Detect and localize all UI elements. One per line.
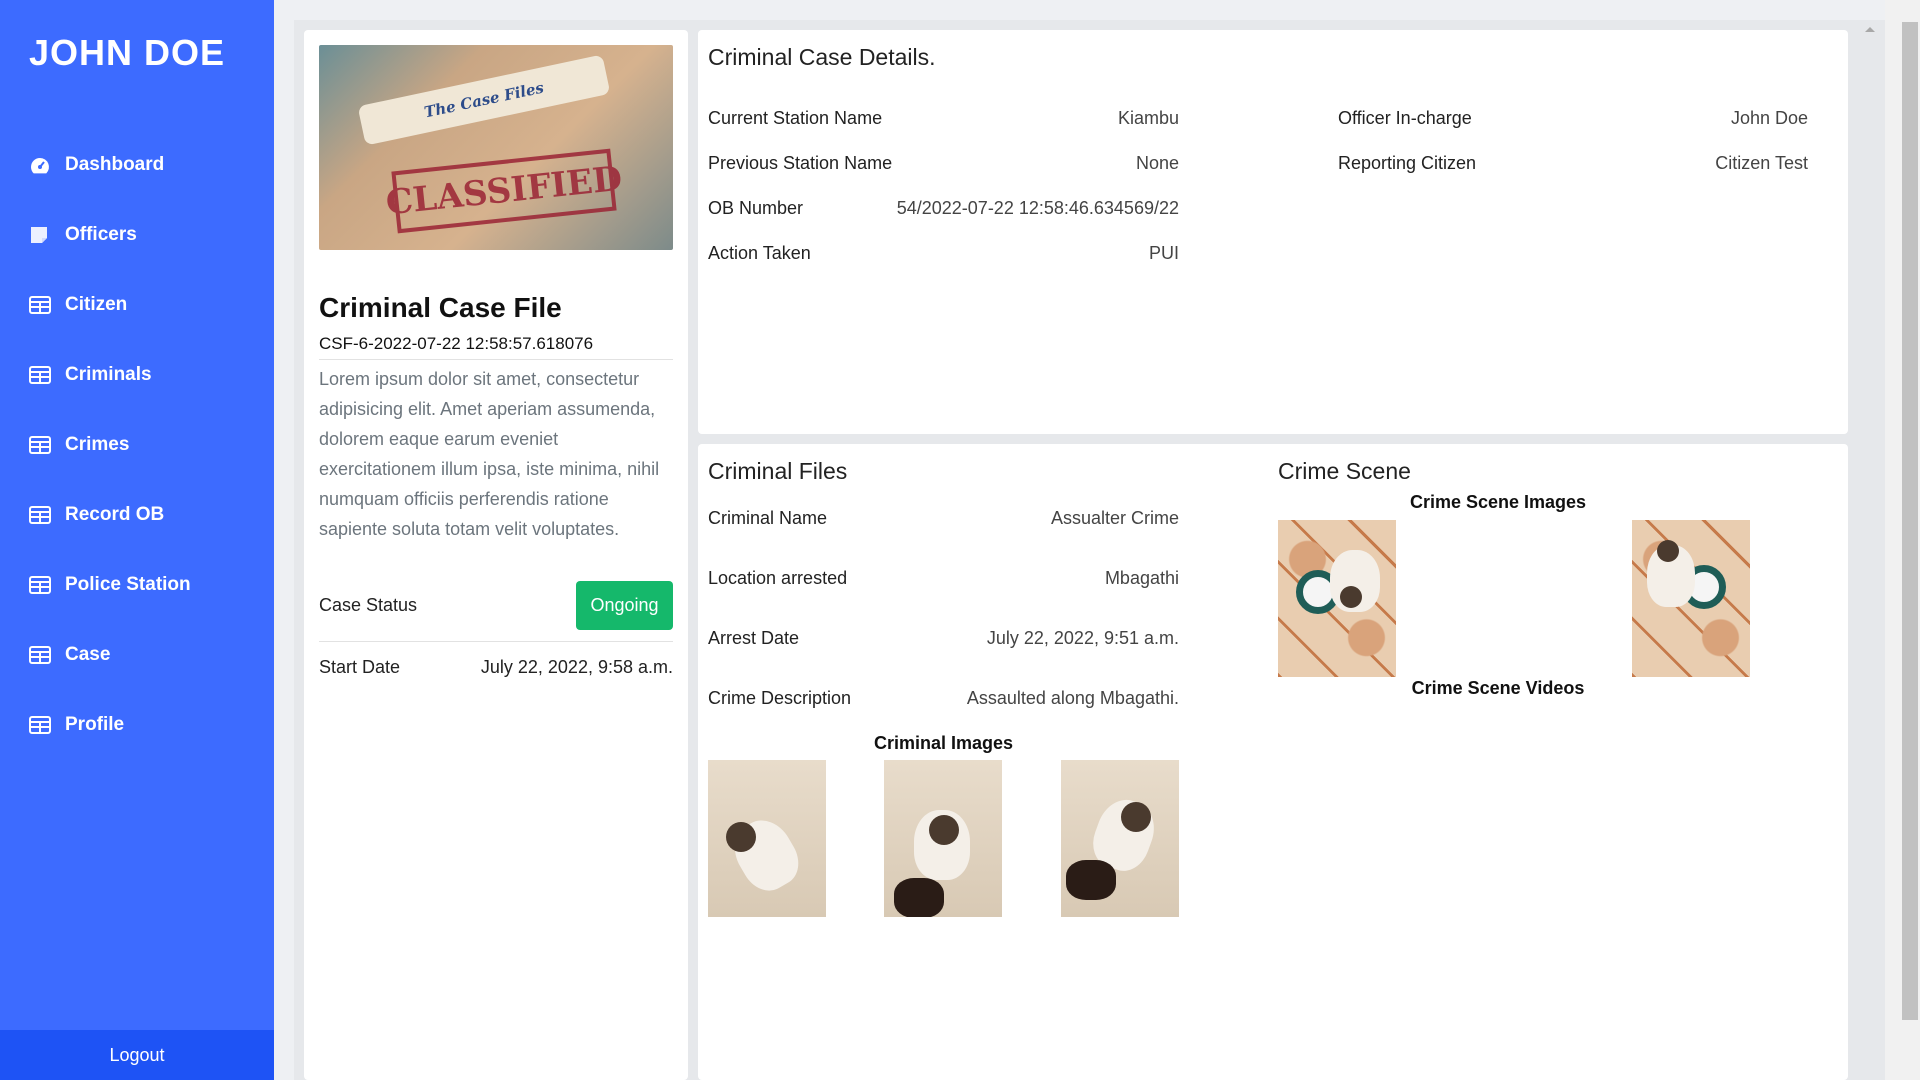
start-date-label: Start Date <box>319 657 401 677</box>
criminal-label: Location arrested <box>708 568 848 588</box>
sidebar-item-label: Case <box>65 644 111 665</box>
sidebar-item-officers[interactable]: Officers <box>0 200 274 270</box>
table-icon <box>29 646 51 664</box>
sidebar-item-label: Citizen <box>65 294 128 315</box>
table-icon <box>29 716 51 734</box>
criminal-image-3[interactable] <box>1061 760 1179 917</box>
logout-button[interactable]: Logout <box>0 1030 274 1080</box>
criminal-value: July 22, 2022, 9:51 a.m. <box>986 628 1179 648</box>
criminal-value: Assualter Crime <box>1050 508 1179 528</box>
divider <box>319 641 673 642</box>
sidebar-item-label: Officers <box>65 224 137 245</box>
detail-label: Previous Station Name <box>708 153 893 173</box>
detail-row: Officer In-charge John Doe <box>1338 108 1808 129</box>
criminal-row: Crime Description Assaulted along Mbagat… <box>708 688 1179 709</box>
detail-row: OB Number 54/2022-07-22 12:58:46.634569/… <box>708 198 1179 219</box>
sidebar-item-profile[interactable]: Profile <box>0 690 274 760</box>
detail-value: 54/2022-07-22 12:58:46.634569/22 <box>896 198 1179 218</box>
criminal-files-card: Criminal Files Criminal Name Assualter C… <box>698 444 1848 1080</box>
hand-shape <box>1066 860 1116 900</box>
crime-scene-image-1[interactable] <box>1278 520 1396 677</box>
sidebar-item-case[interactable]: Case <box>0 620 274 690</box>
criminal-value: Mbagathi <box>1104 568 1179 588</box>
case-details-card: Criminal Case Details. Current Station N… <box>698 30 1848 434</box>
criminal-image-1[interactable] <box>708 760 826 917</box>
case-file-image: The Case Files CLASSIFIED <box>319 45 673 250</box>
case-file-title: Criminal Case File <box>319 292 562 323</box>
detail-value: Kiambu <box>1117 108 1179 128</box>
sidebar-item-label: Criminals <box>65 364 152 385</box>
criminal-image-2[interactable] <box>884 760 1002 917</box>
criminal-files-title: Criminal Files <box>708 458 848 484</box>
cat-patch <box>1657 540 1679 562</box>
sidebar-item-crimes[interactable]: Crimes <box>0 410 274 480</box>
criminal-row: Criminal Name Assualter Crime <box>708 508 1179 529</box>
table-icon <box>29 366 51 384</box>
detail-value: None <box>1135 153 1179 173</box>
criminal-label: Criminal Name <box>708 508 828 528</box>
detail-label: OB Number <box>708 198 804 218</box>
case-file-code: CSF-6-2022-07-22 12:58:57.618076 <box>319 334 594 353</box>
detail-row: Action Taken PUI <box>708 243 1179 264</box>
brand-title: JOHN DOE <box>29 32 226 73</box>
crime-scene-videos-label: Crime Scene Videos <box>1411 678 1585 698</box>
detail-label: Current Station Name <box>708 108 883 128</box>
case-status-badge[interactable]: Ongoing <box>576 581 673 630</box>
hand-shape <box>894 878 944 917</box>
scroll-up-arrow-icon[interactable] <box>1863 24 1877 34</box>
table-icon <box>29 576 51 594</box>
sidebar-nav: Dashboard Officers Citizen Criminals Cri… <box>0 130 274 760</box>
detail-row: Reporting Citizen Citizen Test <box>1338 153 1808 174</box>
cat-patch <box>726 822 756 852</box>
table-icon <box>29 506 51 524</box>
crime-scene-title: Crime Scene <box>1278 458 1411 484</box>
criminal-images-label: Criminal Images <box>873 733 1014 753</box>
case-description: Lorem ipsum dolor sit amet, consectetur … <box>319 369 660 539</box>
criminal-value: Assaulted along Mbagathi. <box>966 688 1179 708</box>
detail-label: Action Taken <box>708 243 811 263</box>
start-date-value: July 22, 2022, 9:58 a.m. <box>480 657 673 677</box>
sidebar-item-dashboard[interactable]: Dashboard <box>0 130 274 200</box>
crime-scene-images-label: Crime Scene Images <box>1409 492 1587 512</box>
detail-value: John Doe <box>1730 108 1808 128</box>
cat-patch <box>929 815 959 845</box>
detail-label: Reporting Citizen <box>1338 153 1477 173</box>
sidebar-item-citizen[interactable]: Citizen <box>0 270 274 340</box>
table-icon <box>29 296 51 314</box>
scrollbar-thumb[interactable] <box>1902 22 1918 1020</box>
dashboard-gauge-icon <box>31 158 49 174</box>
sidebar-item-label: Police Station <box>65 574 191 595</box>
sidebar-item-label: Crimes <box>65 434 130 455</box>
detail-row: Previous Station Name None <box>708 153 1179 174</box>
sidebar-item-record-ob[interactable]: Record OB <box>0 480 274 550</box>
sidebar: JOHN DOE Dashboard Officers Citizen Crim… <box>0 0 274 1080</box>
criminal-label: Crime Description <box>708 688 852 708</box>
criminal-row: Location arrested Mbagathi <box>708 568 1179 589</box>
cat-patch <box>1121 802 1151 832</box>
sidebar-item-label: Record OB <box>65 504 165 525</box>
note-icon <box>31 227 47 243</box>
detail-label: Officer In-charge <box>1338 108 1472 128</box>
case-details-title: Criminal Case Details. <box>708 44 936 70</box>
classified-stamp: CLASSIFIED <box>384 148 624 234</box>
criminal-label: Arrest Date <box>708 628 800 648</box>
divider <box>319 359 673 360</box>
folder-tab-label: The Case Files <box>357 54 611 146</box>
sidebar-item-label: Dashboard <box>65 154 165 175</box>
table-icon <box>29 436 51 454</box>
cat-patch <box>1340 586 1362 608</box>
case-status-label: Case Status <box>319 595 418 615</box>
detail-value: PUI <box>1148 243 1179 263</box>
detail-row: Current Station Name Kiambu <box>708 108 1179 129</box>
sidebar-item-police-station[interactable]: Police Station <box>0 550 274 620</box>
case-file-card: The Case Files CLASSIFIED Criminal Case … <box>304 30 688 1080</box>
detail-value: Citizen Test <box>1715 153 1808 173</box>
sidebar-item-criminals[interactable]: Criminals <box>0 340 274 410</box>
crime-scene-image-2[interactable] <box>1632 520 1750 677</box>
sidebar-item-label: Profile <box>65 714 125 735</box>
criminal-row: Arrest Date July 22, 2022, 9:51 a.m. <box>708 628 1179 649</box>
